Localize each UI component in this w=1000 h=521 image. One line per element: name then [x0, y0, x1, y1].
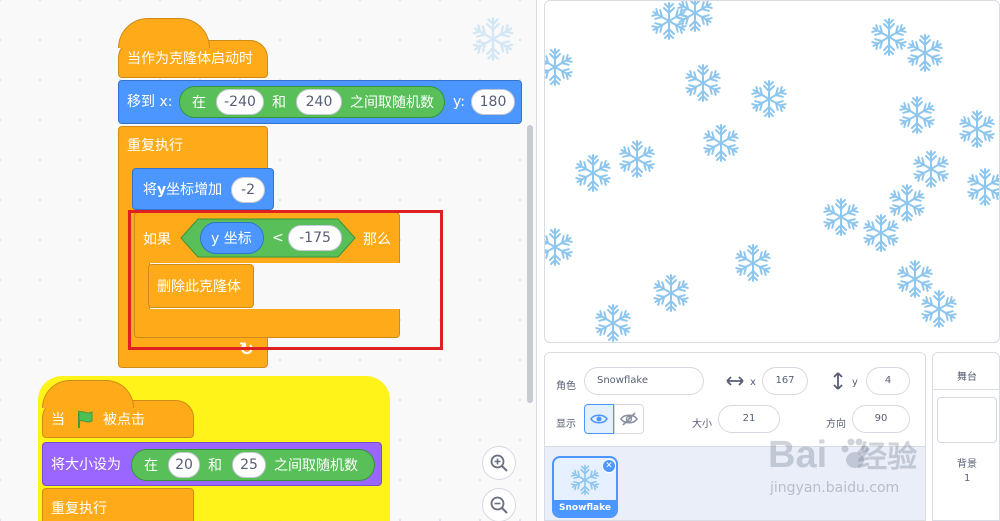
watermark-url: jingyan.baidu.com — [770, 480, 900, 496]
snowflake-thumbnail-icon — [569, 464, 601, 496]
highlight-box — [128, 210, 443, 350]
eye-slash-icon — [620, 412, 638, 426]
snowflake-icon — [675, 0, 715, 33]
snowflake-icon — [733, 243, 773, 283]
size-random-from-input[interactable]: 20 — [168, 452, 200, 478]
green-flag-icon — [78, 411, 93, 428]
paw-logo-icon — [841, 438, 869, 468]
zoom-in-button[interactable] — [482, 446, 516, 480]
y-input[interactable]: 4 — [866, 367, 910, 395]
goto-xy-block[interactable]: 移到 x: 在 -240 和 240 之间取随机数 y: 180 — [118, 80, 522, 124]
set-size-block[interactable]: 将大小设为 在 20 和 25 之间取随机数 — [42, 442, 382, 486]
x-label: x — [750, 377, 756, 388]
baidu-watermark: Bai 经验 jingyan.baidu.com — [768, 432, 1000, 512]
direction-input[interactable]: 90 — [852, 405, 910, 433]
direction-label: 方向 — [826, 419, 846, 430]
forever-label: 重复执行 — [127, 138, 183, 154]
random-to-input[interactable]: 240 — [296, 89, 342, 115]
change-y-input[interactable]: -2 — [231, 177, 265, 203]
random-suffix-label: 之间取随机数 — [350, 95, 434, 111]
size-random-to-input[interactable]: 25 — [232, 452, 266, 478]
snowflake-icon — [965, 167, 1000, 207]
sprite-name-input[interactable]: Snowflake — [584, 367, 704, 395]
size-input[interactable]: 21 — [718, 405, 780, 433]
snowflake-icon — [861, 213, 901, 253]
random-operator-size[interactable]: 在 20 和 25 之间取随机数 — [131, 449, 375, 481]
snowflake-icon — [821, 197, 861, 237]
change-y-block[interactable]: 将y坐标增加 -2 — [132, 168, 274, 210]
random-and-label: 和 — [272, 95, 286, 111]
goto-y-label: y: — [453, 94, 465, 110]
size-random-and-label: 和 — [208, 458, 222, 474]
x-input[interactable]: 167 — [762, 367, 808, 395]
snowflake-icon — [919, 289, 959, 329]
flag-forever-label: 重复执行 — [51, 501, 107, 517]
random-operator[interactable]: 在 -240 和 240 之间取随机数 — [179, 86, 445, 118]
snowflake-decor-icon — [470, 16, 516, 62]
zoom-out-icon — [490, 496, 508, 514]
size-label: 大小 — [692, 419, 712, 430]
size-random-suffix-label: 之间取随机数 — [274, 458, 358, 474]
show-label: 显示 — [556, 419, 576, 430]
zoom-out-button[interactable] — [482, 488, 516, 521]
y-label: y — [852, 377, 858, 388]
snowflake-icon — [749, 79, 789, 119]
flag-forever-block[interactable]: 重复执行 — [42, 488, 194, 521]
snowflake-icon — [651, 273, 691, 313]
show-visible-button[interactable] — [584, 404, 614, 434]
random-in-label: 在 — [192, 95, 206, 111]
size-random-in-label: 在 — [144, 458, 158, 474]
stage[interactable] — [544, 0, 1000, 343]
sprite-delete-icon[interactable]: ✕ — [602, 459, 616, 473]
zoom-in-icon — [490, 454, 508, 472]
snowflake-icon — [869, 17, 909, 57]
snowflake-icon — [957, 109, 997, 149]
random-from-input[interactable]: -240 — [216, 89, 264, 115]
x-arrows-icon — [726, 376, 744, 386]
stage-title: 舞台 — [957, 372, 977, 383]
goto-x-label: 移到 x: — [127, 94, 173, 110]
snowflake-icon — [905, 33, 945, 73]
show-hidden-button[interactable] — [614, 404, 644, 434]
snowflake-icon — [544, 227, 575, 267]
snowflake-icon — [573, 153, 613, 193]
snowflake-icon — [897, 95, 937, 135]
sprite-name-label: 角色 — [556, 381, 576, 392]
eye-icon — [590, 414, 608, 424]
flag-hat-clicked-label: 被点击 — [103, 412, 145, 428]
sprite-thumbnail-name: Snowflake — [554, 500, 616, 516]
stage-divider — [933, 389, 999, 390]
code-scrollbar[interactable] — [527, 125, 533, 403]
change-y-label-pre: 将y坐标增加 — [143, 182, 223, 198]
snowflake-icon — [544, 47, 575, 87]
y-arrows-icon — [833, 372, 843, 390]
snowflake-icon — [617, 139, 657, 179]
code-area[interactable]: 当作为克隆体启动时 移到 x: 在 -240 和 240 之间取随机数 y: 1… — [0, 0, 537, 521]
clone-hat-cap — [118, 18, 210, 48]
snowflake-icon — [683, 63, 723, 103]
goto-y-input[interactable]: 180 — [471, 89, 515, 115]
clone-hat-label: 当作为克隆体启动时 — [127, 51, 253, 67]
snowflake-icon — [701, 123, 741, 163]
snowflake-icon — [593, 303, 633, 343]
flag-hat-when-label: 当 — [51, 412, 65, 428]
flag-hat-cap — [42, 380, 134, 408]
set-size-label: 将大小设为 — [51, 457, 121, 473]
